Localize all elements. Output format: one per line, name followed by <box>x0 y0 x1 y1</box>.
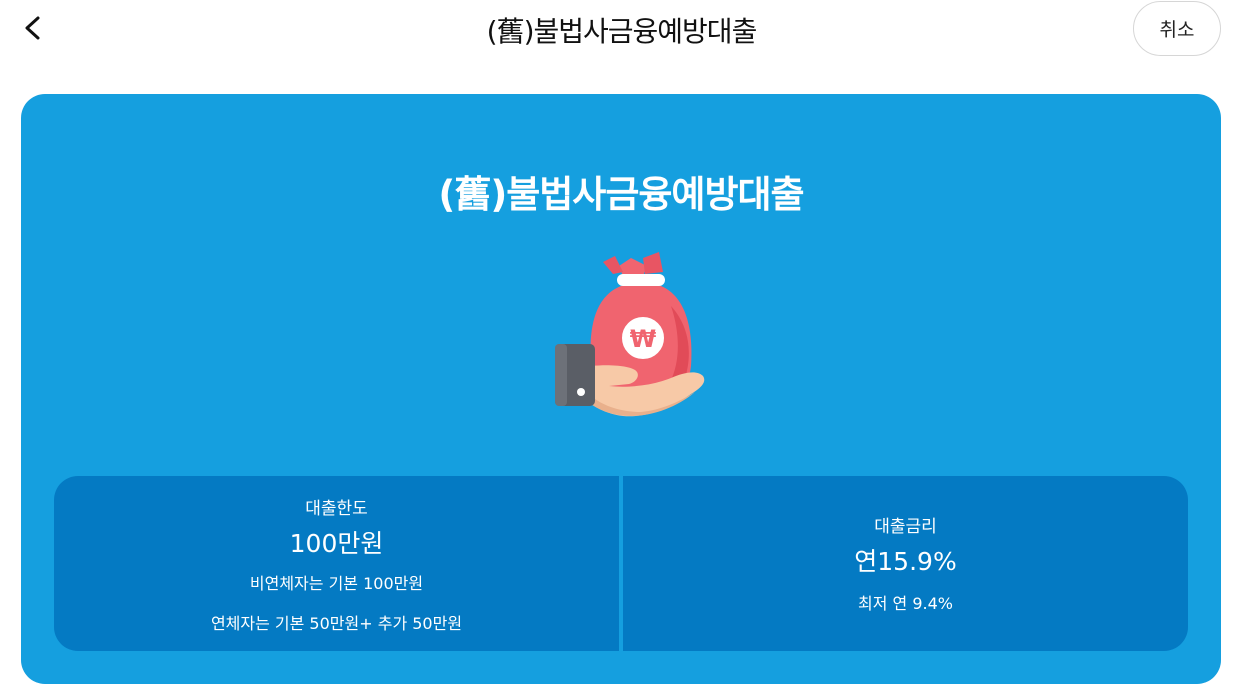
cancel-button[interactable]: 취소 <box>1133 1 1221 56</box>
loan-limit-note-delinquent: 연체자는 기본 50만원+ 추가 50만원 <box>210 614 463 633</box>
page-title: (舊)불법사금융예방대출 <box>486 15 758 48</box>
product-title: (舊)불법사금융예방대출 <box>438 173 804 216</box>
loan-info: 대출한도 100만원 비연체자는 기본 100만원 연체자는 기본 50만원+ … <box>54 476 1188 651</box>
loan-rate-label: 대출금리 <box>874 517 937 537</box>
loan-product-card: (舊)불법사금융예방대출 ₩ 대출한도 100만원 비연체자는 기본 100만원… <box>21 94 1221 684</box>
loan-limit-note-nondelinquent: 비연체자는 기본 100만원 <box>249 574 424 593</box>
won-symbol: ₩ <box>630 325 657 353</box>
top-bar: (舊)불법사금융예방대출 취소 <box>0 0 1243 60</box>
loan-limit-value: 100만원 <box>289 529 384 558</box>
loan-limit-panel: 대출한도 100만원 비연체자는 기본 100만원 연체자는 기본 50만원+ … <box>54 476 619 651</box>
money-bag-hand-icon: ₩ <box>531 246 721 426</box>
loan-rate-value: 연15.9% <box>854 547 957 576</box>
loan-limit-label: 대출한도 <box>305 499 368 519</box>
loan-rate-minimum: 최저 연 9.4% <box>858 594 953 613</box>
loan-rate-panel: 대출금리 연15.9% 최저 연 9.4% <box>623 476 1188 651</box>
